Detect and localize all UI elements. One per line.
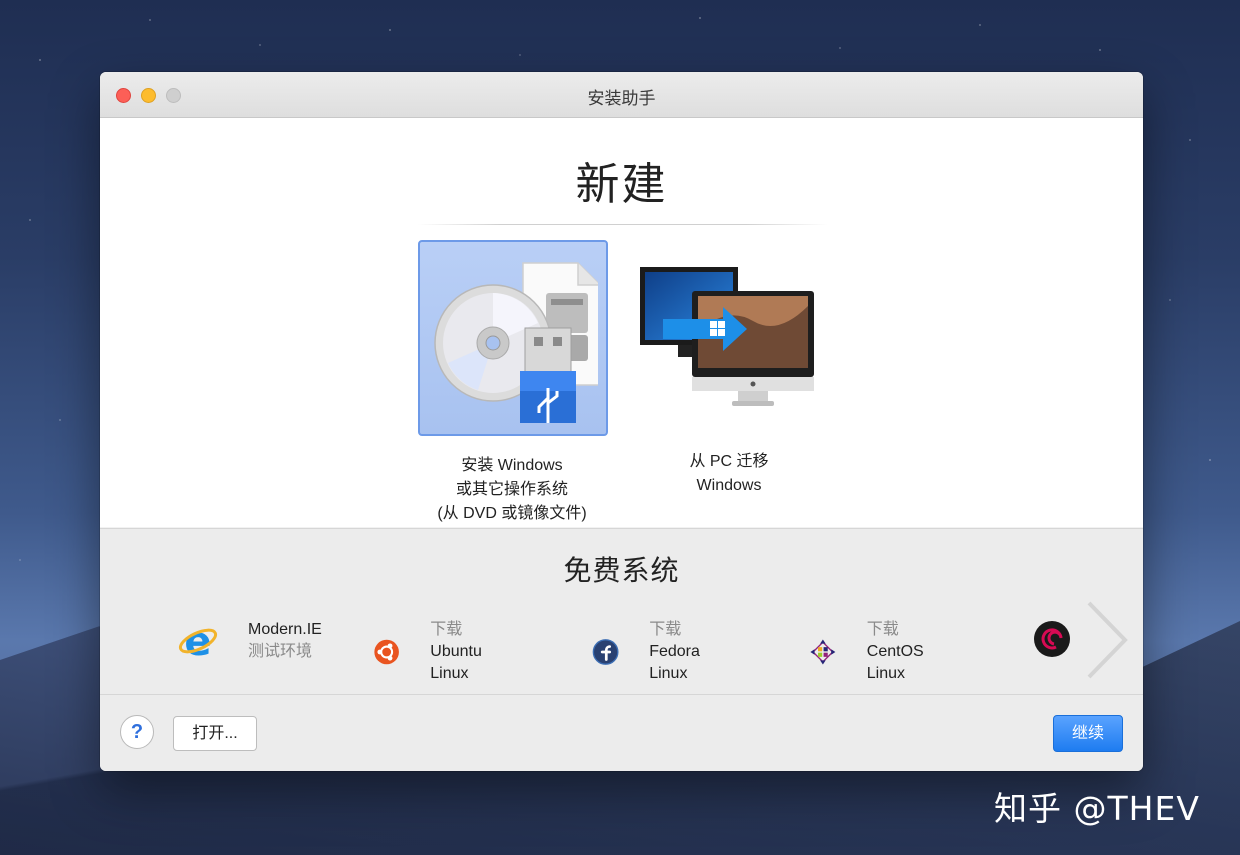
internet-explorer-icon: e xyxy=(178,621,218,661)
open-button[interactable]: 打开... xyxy=(173,716,257,751)
list-item-fedora[interactable]: 下载 Fedora Linux xyxy=(592,619,713,685)
ubuntu-icon xyxy=(374,639,399,665)
footer-bar: ? 打开... 继续 xyxy=(100,694,1143,771)
migrate-option-tile[interactable] xyxy=(635,240,821,432)
dvd-usb-icon xyxy=(434,262,598,423)
debian-icon xyxy=(1034,621,1070,657)
help-button[interactable]: ? xyxy=(120,715,154,749)
migrate-option-label: 从 PC 迁移 Windows xyxy=(689,453,769,494)
list-item-ubuntu[interactable]: 下载 Ubuntu Linux xyxy=(373,619,495,685)
watermark-text: 知乎 @THEV xyxy=(994,789,1200,828)
migrate-from-pc-option[interactable]: 从 PC 迁移 Windows xyxy=(635,240,823,498)
new-section-title: 新建 xyxy=(575,160,668,209)
free-systems-panel: 免费系统 e Modern.IE 测试环境 下载 Ubuntu Linux 下载… xyxy=(100,528,1143,695)
pc-to-mac-icon xyxy=(640,267,814,406)
chevron-right-icon[interactable] xyxy=(1085,599,1129,681)
install-option-tile[interactable] xyxy=(418,240,608,436)
installation-assistant-window: 安装助手 新建 安装 Windows 或其它操作系统 (从 DVD 或镜像文件)… xyxy=(100,72,1143,771)
new-panel: 新建 安装 Windows 或其它操作系统 (从 DVD 或镜像文件) 从 PC… xyxy=(100,118,1143,527)
divider xyxy=(418,224,828,225)
centos-icon xyxy=(810,639,836,665)
desktop-background: 安装助手 新建 安装 Windows 或其它操作系统 (从 DVD 或镜像文件)… xyxy=(0,0,1240,855)
list-item-modern-ie[interactable]: e Modern.IE 测试环境 xyxy=(178,619,322,663)
fedora-icon xyxy=(592,639,619,665)
continue-button[interactable]: 继续 xyxy=(1053,715,1123,752)
install-option-label: 安装 Windows 或其它操作系统 (从 DVD 或镜像文件) xyxy=(437,457,587,522)
titlebar[interactable]: 安装助手 xyxy=(100,72,1143,118)
window-title: 安装助手 xyxy=(587,89,656,108)
list-item-centos[interactable]: 下载 CentOS Linux xyxy=(809,619,936,685)
install-windows-option[interactable]: 安装 Windows 或其它操作系统 (从 DVD 或镜像文件) xyxy=(418,240,608,526)
svg-text:e: e xyxy=(184,621,211,661)
free-section-title: 免费系统 xyxy=(563,555,680,586)
